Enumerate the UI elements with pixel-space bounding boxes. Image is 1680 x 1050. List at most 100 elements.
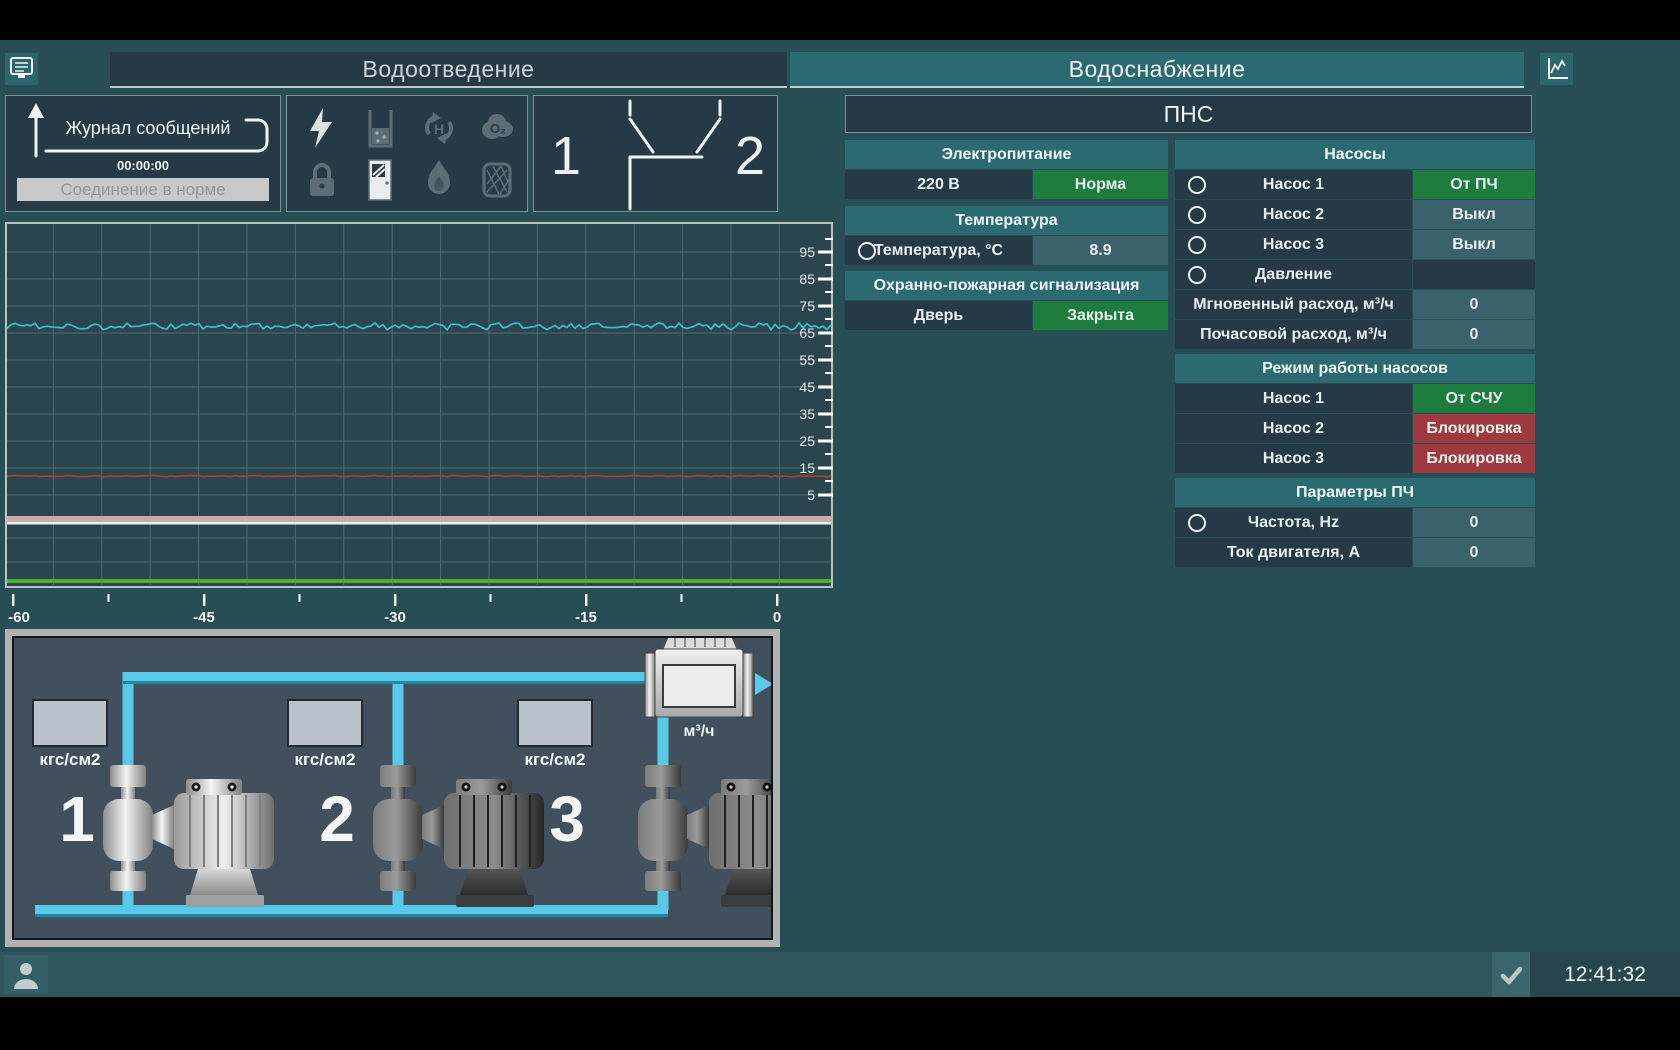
- scada-screen: Водоотведение Водоснабжение Журнал сообщ…: [0, 40, 1680, 997]
- switch-diagram-panel: 1 2: [533, 95, 778, 212]
- indicator-circle: [1188, 206, 1206, 224]
- table-row: Мгновенный расход, м³/ч 0: [1175, 290, 1535, 319]
- clock: 12:41:32: [1530, 952, 1680, 997]
- trend-chart-icon: [1540, 53, 1573, 85]
- pump1-state-chip[interactable]: От ПЧ: [1413, 170, 1535, 199]
- pressure-value: [1413, 260, 1535, 289]
- message-log-icon: [5, 53, 38, 85]
- section-header: Параметры ПЧ: [1175, 478, 1535, 507]
- message-journal-panel[interactable]: Журнал сообщений 00:00:00 Соединение в н…: [5, 95, 281, 212]
- power-lightning-icon: [302, 106, 342, 150]
- pump1-mode-chip[interactable]: От СЧУ: [1413, 384, 1535, 413]
- vfd-section: Параметры ПЧ Частота, Hz 0 Ток двигателя…: [1175, 478, 1535, 568]
- svg-text:5: 5: [807, 487, 815, 503]
- svg-text:95: 95: [799, 244, 815, 260]
- table-row: Температура, °C 8.9: [845, 236, 1168, 265]
- pump-3-label: 3: [549, 783, 585, 855]
- svg-text:O₂: O₂: [490, 121, 506, 136]
- tank-level-icon: [360, 106, 400, 150]
- section-header: Электропитание: [845, 140, 1168, 169]
- pump3-state-chip[interactable]: Выкл: [1413, 230, 1535, 259]
- connection-status: Соединение в норме: [17, 178, 269, 201]
- table-row: Дверь Закрыта: [845, 301, 1168, 330]
- row-label: Температура, °C: [845, 236, 1032, 265]
- table-row: 220 В Норма: [845, 170, 1168, 199]
- svg-text:15: 15: [799, 460, 815, 476]
- tab-water-drainage[interactable]: Водоотведение: [110, 52, 787, 88]
- temperature-value[interactable]: 8.9: [1033, 236, 1168, 265]
- table-row: Насос 3 Выкл: [1175, 230, 1535, 259]
- svg-text:85: 85: [799, 271, 815, 287]
- svg-text:35: 35: [799, 406, 815, 422]
- gauge-3-unit: кгс/см2: [524, 750, 585, 769]
- station-title-label: ПНС: [1164, 101, 1214, 128]
- indicator-circle: [1188, 266, 1206, 284]
- flow-meter-unit: м³/ч: [684, 723, 715, 740]
- door-icon: [360, 158, 400, 202]
- pumps-section: Насосы Насос 1 От ПЧ Насос 2 Выкл Насос …: [1175, 140, 1535, 350]
- fire-alarm-section: Охранно-пожарная сигнализация Дверь Закр…: [845, 271, 1168, 331]
- table-row: Насос 1 От ПЧ: [1175, 170, 1535, 199]
- tab-water-drainage-label: Водоотведение: [363, 56, 535, 83]
- indicator-circle: [1188, 236, 1206, 254]
- indicator-circle: [1188, 514, 1206, 532]
- svg-text:-15: -15: [575, 609, 597, 622]
- svg-text:75: 75: [799, 298, 815, 314]
- gauge-1: [33, 700, 107, 746]
- svg-text:-45: -45: [193, 609, 215, 622]
- gauge-2-unit: кгс/см2: [294, 750, 355, 769]
- table-row: Почасовой расход, м³/ч 0: [1175, 320, 1535, 349]
- table-row: Ток двигателя, А 0: [1175, 538, 1535, 567]
- table-row: Частота, Hz 0: [1175, 508, 1535, 537]
- power-status-chip[interactable]: Норма: [1033, 170, 1168, 199]
- pump-2-label: 2: [319, 783, 355, 855]
- door-status-chip[interactable]: Закрыта: [1033, 301, 1168, 330]
- acknowledge-button[interactable]: [1492, 952, 1530, 997]
- lock-icon: [302, 158, 342, 202]
- pump2-mode-chip[interactable]: Блокировка: [1413, 414, 1535, 443]
- tab-water-supply[interactable]: Водоснабжение: [790, 52, 1524, 88]
- journal-arrowhead: [28, 103, 44, 118]
- station-title: ПНС: [845, 95, 1532, 133]
- svg-text:-60: -60: [8, 609, 30, 622]
- circulation-icon: H: [419, 106, 459, 150]
- indicator-icons-panel: H O₂: [286, 95, 528, 212]
- svg-text:45: 45: [799, 379, 815, 395]
- row-label: Дверь: [845, 301, 1032, 330]
- svg-text:H: H: [434, 121, 444, 137]
- tab-water-supply-label: Водоснабжение: [1069, 56, 1246, 83]
- hourly-flow-value: 0: [1413, 320, 1535, 349]
- grid-fence-icon: [477, 158, 517, 202]
- status-bar: 12:41:32: [0, 952, 1680, 997]
- clock-value: 12:41:32: [1564, 963, 1646, 987]
- switch2-blade: [697, 119, 720, 152]
- pump-schematic: кгс/см2 кгс/см2 кгс/см2 1 2 3 м³/ч: [5, 629, 780, 947]
- check-icon: [1496, 960, 1526, 990]
- section-header: Режим работы насосов: [1175, 354, 1535, 383]
- section-header: Охранно-пожарная сигнализация: [845, 271, 1168, 300]
- power-section: Электропитание 220 В Норма: [845, 140, 1168, 200]
- table-row: Насос 2 Выкл: [1175, 200, 1535, 229]
- pump3-mode-chip[interactable]: Блокировка: [1413, 444, 1535, 473]
- table-row: Насос 2 Блокировка: [1175, 414, 1535, 443]
- section-header: Насосы: [1175, 140, 1535, 169]
- svg-text:0: 0: [773, 609, 781, 622]
- indicator-circle: [858, 242, 876, 260]
- table-row: Насос 3 Блокировка: [1175, 444, 1535, 473]
- flame-icon: [419, 158, 459, 202]
- user-icon: [12, 959, 40, 991]
- trend-chart: 9585756555453525155-60-45-30-150: [5, 222, 833, 622]
- temperature-section: Температура Температура, °C 8.9: [845, 206, 1168, 266]
- gauge-1-unit: кгс/см2: [39, 750, 100, 769]
- pump-mode-section: Режим работы насосов Насос 1 От СЧУ Насо…: [1175, 354, 1535, 474]
- journal-title: Журнал сообщений: [66, 118, 231, 138]
- section-header: Температура: [845, 206, 1168, 235]
- pump-1-label: 1: [59, 783, 95, 855]
- indicator-circle: [1188, 176, 1206, 194]
- message-log-button[interactable]: [5, 53, 38, 85]
- trend-chart-button[interactable]: [1540, 53, 1573, 85]
- user-button[interactable]: [4, 955, 48, 994]
- switch-label-2: 2: [735, 126, 765, 186]
- pump2-state-chip[interactable]: Выкл: [1413, 200, 1535, 229]
- gauge-3: [518, 700, 592, 746]
